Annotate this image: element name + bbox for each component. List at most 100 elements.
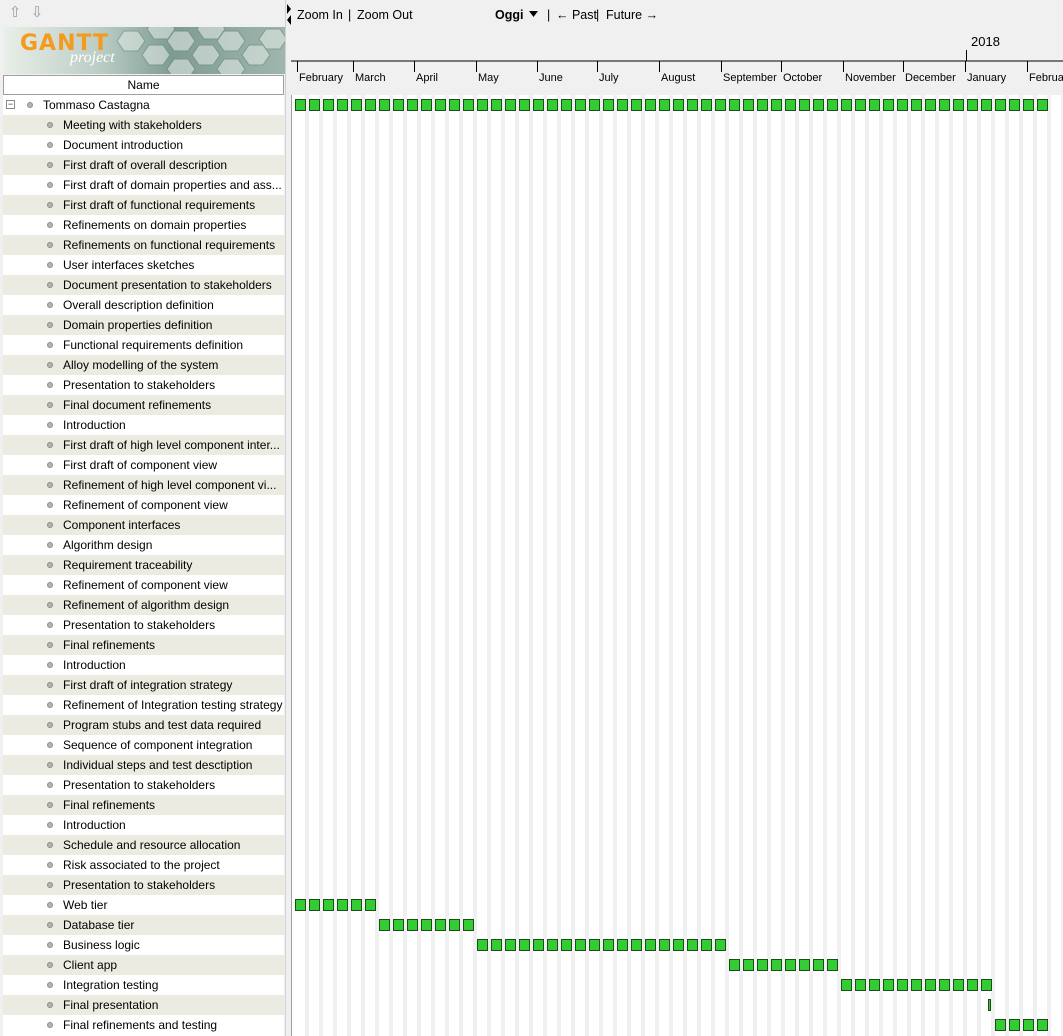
task-bar-segment[interactable]: [323, 99, 334, 111]
task-bar-segment[interactable]: [365, 99, 376, 111]
task-bar-segment[interactable]: [351, 99, 362, 111]
task-bar-segment[interactable]: [995, 1019, 1006, 1031]
task-bar-segment[interactable]: [673, 99, 684, 111]
task-bar-segment[interactable]: [869, 979, 880, 991]
task-bar-segment[interactable]: [743, 99, 754, 111]
task-bar-segment[interactable]: [617, 99, 628, 111]
task-bar-segment[interactable]: [449, 919, 460, 931]
task-bar[interactable]: [379, 919, 474, 931]
task-bar-segment[interactable]: [561, 99, 572, 111]
task-bar-segment[interactable]: [603, 939, 614, 951]
task-bar-segment[interactable]: [855, 99, 866, 111]
task-bar-segment[interactable]: [631, 99, 642, 111]
past-button[interactable]: ← Past: [556, 8, 597, 22]
task-row[interactable]: Algorithm design: [3, 535, 284, 555]
task-bar-segment[interactable]: [1037, 99, 1048, 111]
task-row[interactable]: User interfaces sketches: [3, 255, 284, 275]
task-bar-segment[interactable]: [883, 99, 894, 111]
task-bar-segment[interactable]: [477, 939, 488, 951]
task-bar-segment[interactable]: [785, 959, 796, 971]
task-row[interactable]: Web tier: [3, 895, 284, 915]
task-bar[interactable]: [841, 979, 992, 991]
task-bar-segment[interactable]: [869, 99, 880, 111]
task-row[interactable]: Refinement of high level component vi...: [3, 475, 284, 495]
name-column-header[interactable]: Name: [3, 75, 284, 95]
task-bar-segment[interactable]: [897, 99, 908, 111]
task-bar-segment[interactable]: [519, 939, 530, 951]
task-bar-segment[interactable]: [645, 99, 656, 111]
task-bar-segment[interactable]: [715, 99, 726, 111]
chevron-down-icon[interactable]: [529, 11, 538, 17]
task-bar-segment[interactable]: [309, 899, 320, 911]
task-row[interactable]: Requirement traceability: [3, 555, 284, 575]
task-bar-segment[interactable]: [337, 99, 348, 111]
task-bar-segment[interactable]: [883, 979, 894, 991]
task-row[interactable]: Presentation to stakeholders: [3, 615, 284, 635]
task-bar-segment[interactable]: [911, 979, 922, 991]
task-bar-segment[interactable]: [659, 939, 670, 951]
task-bar-segment[interactable]: [827, 99, 838, 111]
task-row[interactable]: Document introduction: [3, 135, 284, 155]
task-bar-segment[interactable]: [1023, 99, 1034, 111]
task-bar-segment[interactable]: [729, 99, 740, 111]
task-bar-segment[interactable]: [603, 99, 614, 111]
task-row[interactable]: Refinement of component view: [3, 495, 284, 515]
task-row[interactable]: Final presentation: [3, 995, 284, 1015]
task-bar-segment[interactable]: [771, 959, 782, 971]
task-bar-segment[interactable]: [827, 959, 838, 971]
task-row[interactable]: Schedule and resource allocation: [3, 835, 284, 855]
task-bar-segment[interactable]: [981, 979, 992, 991]
task-row[interactable]: Final refinements: [3, 635, 284, 655]
task-bar-segment[interactable]: [463, 919, 474, 931]
task-bar-segment[interactable]: [673, 939, 684, 951]
task-row[interactable]: Sequence of component integration: [3, 735, 284, 755]
task-row[interactable]: First draft of high level component inte…: [3, 435, 284, 455]
task-row[interactable]: Presentation to stakeholders: [3, 375, 284, 395]
task-bar-segment[interactable]: [967, 979, 978, 991]
task-row[interactable]: First draft of overall description: [3, 155, 284, 175]
task-bar-segment[interactable]: [351, 899, 362, 911]
task-bar-segment[interactable]: [295, 99, 306, 111]
task-bar-segment[interactable]: [953, 979, 964, 991]
task-row[interactable]: Component interfaces: [3, 515, 284, 535]
task-row[interactable]: Final refinements: [3, 795, 284, 815]
task-bar-segment[interactable]: [911, 99, 922, 111]
collapse-icon[interactable]: −: [6, 100, 15, 109]
task-row[interactable]: Final document refinements: [3, 395, 284, 415]
task-bar-segment[interactable]: [939, 99, 950, 111]
task-bar-segment[interactable]: [589, 939, 600, 951]
task-bar-segment[interactable]: [799, 959, 810, 971]
zoom-in-button[interactable]: Zoom In: [297, 8, 343, 22]
task-bar-segment[interactable]: [1037, 1019, 1048, 1031]
task-bar-segment[interactable]: [463, 99, 474, 111]
task-row-root[interactable]: − Tommaso Castagna: [3, 95, 284, 115]
task-bar-segment[interactable]: [533, 939, 544, 951]
task-bar-segment[interactable]: [939, 979, 950, 991]
task-row[interactable]: Meeting with stakeholders: [3, 115, 284, 135]
task-row[interactable]: Individual steps and test desctiption: [3, 755, 284, 775]
task-row[interactable]: Program stubs and test data required: [3, 715, 284, 735]
task-bar-segment[interactable]: [841, 99, 852, 111]
gantt-chart-area[interactable]: [291, 95, 1063, 1036]
task-bar-segment[interactable]: [757, 959, 768, 971]
task-bar-segment[interactable]: [421, 919, 432, 931]
task-bar-segment[interactable]: [715, 939, 726, 951]
task-bar-segment[interactable]: [925, 99, 936, 111]
task-bar-segment[interactable]: [575, 939, 586, 951]
task-row[interactable]: Final refinements and testing: [3, 1015, 284, 1035]
task-bar-segment[interactable]: [925, 979, 936, 991]
task-bar-segment[interactable]: [505, 939, 516, 951]
task-row[interactable]: Database tier: [3, 915, 284, 935]
task-bar-segment[interactable]: [491, 99, 502, 111]
task-row[interactable]: Alloy modelling of the system: [3, 355, 284, 375]
task-bar-segment[interactable]: [407, 99, 418, 111]
task-bar-segment[interactable]: [799, 99, 810, 111]
task-bar-segment[interactable]: [309, 99, 320, 111]
task-bar-segment[interactable]: [953, 99, 964, 111]
task-row[interactable]: Refinements on functional requirements: [3, 235, 284, 255]
task-bar-segment[interactable]: [855, 979, 866, 991]
move-up-icon[interactable]: ⇧: [7, 5, 23, 21]
today-button[interactable]: Oggi: [495, 8, 523, 22]
task-bar-segment[interactable]: [813, 99, 824, 111]
task-bar-segment[interactable]: [547, 99, 558, 111]
